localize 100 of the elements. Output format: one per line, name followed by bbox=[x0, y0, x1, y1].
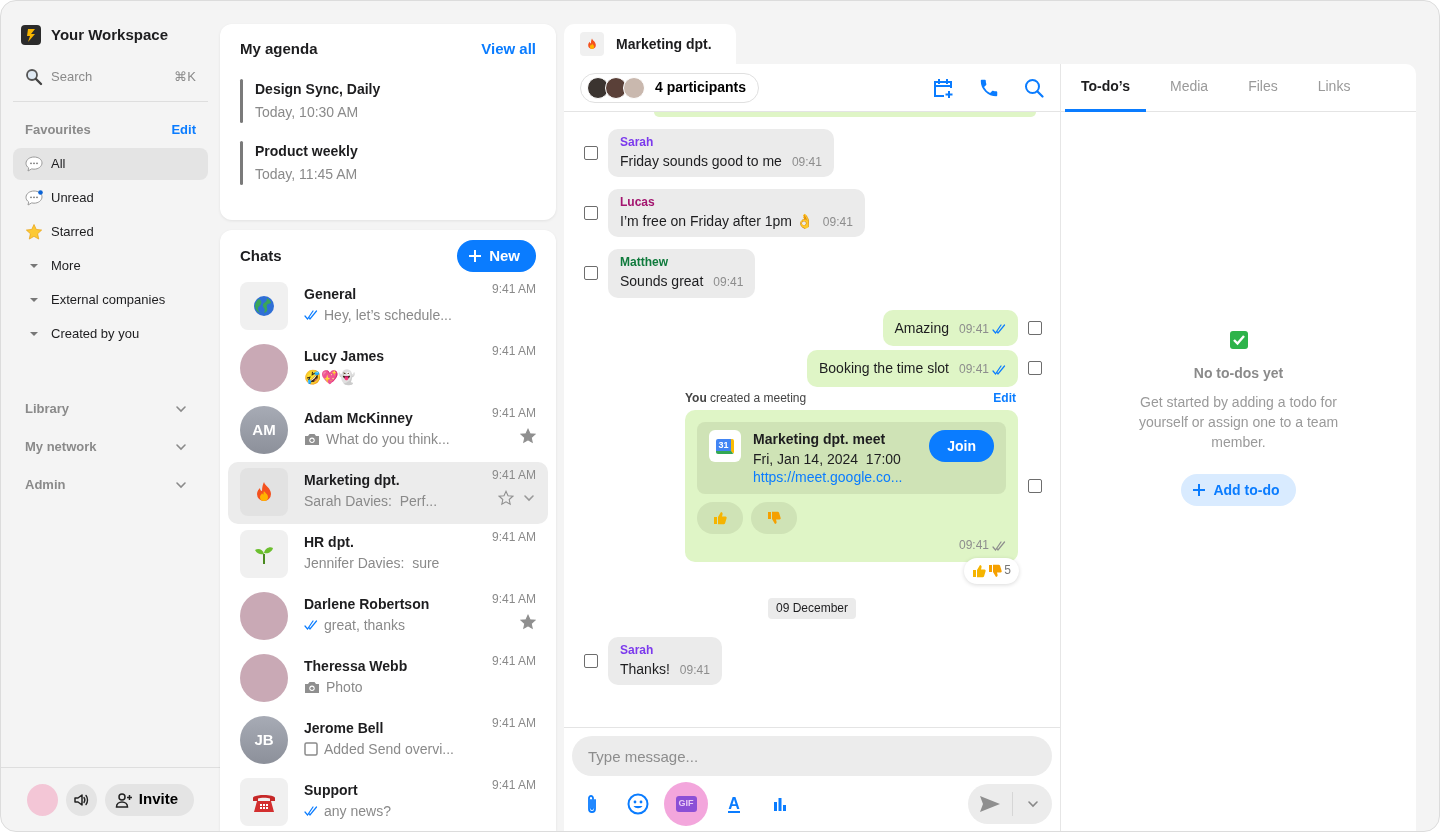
chat-list-item[interactable]: AM Adam McKinney What do you think... 9:41 AM bbox=[228, 400, 548, 462]
sender-name: Sarah bbox=[620, 135, 655, 151]
chat-name: Support bbox=[304, 781, 359, 800]
bolt-logo-icon bbox=[21, 25, 41, 45]
checkbox[interactable] bbox=[1028, 320, 1042, 335]
flame-icon bbox=[255, 481, 273, 503]
send-icon[interactable] bbox=[979, 795, 1001, 813]
bar-chart-icon[interactable] bbox=[772, 796, 788, 812]
checkbox[interactable] bbox=[584, 206, 598, 221]
chat-list-item[interactable]: Support any news? 9:41 AM bbox=[228, 772, 548, 831]
chat-name: Theressa Webb bbox=[304, 657, 409, 676]
card-title: My agenda bbox=[240, 39, 318, 59]
star-icon bbox=[25, 222, 43, 241]
chat-list-item[interactable]: General Hey, let’s schedule... 9:41 AM bbox=[228, 276, 548, 338]
message-text: Thanks! bbox=[620, 659, 670, 678]
message-preview: Photo bbox=[326, 678, 363, 697]
thumbs-down-icon bbox=[767, 510, 781, 525]
calendar-plus-icon[interactable] bbox=[932, 76, 954, 99]
message-text: Friday sounds good to me bbox=[620, 151, 782, 170]
meeting-note: You created a meeting bbox=[685, 390, 807, 407]
checkbox[interactable] bbox=[1028, 478, 1042, 493]
view-all-link[interactable]: View all bbox=[481, 38, 536, 61]
edit-link[interactable]: Edit bbox=[171, 120, 196, 140]
checkbox[interactable] bbox=[1028, 361, 1042, 376]
sidebar-item[interactable]: All bbox=[13, 147, 208, 180]
sidebar-item[interactable]: Created by you bbox=[13, 317, 208, 350]
camera-icon bbox=[304, 432, 320, 447]
chat-list-item[interactable]: Theressa Webb Photo 9:41 AM bbox=[228, 648, 548, 710]
message-preview: What do you think... bbox=[326, 430, 450, 449]
chat-time: 9:41 AM bbox=[491, 778, 536, 794]
sound-button[interactable] bbox=[65, 783, 97, 816]
sender-name: Sarah bbox=[620, 643, 655, 659]
search-icon[interactable] bbox=[1024, 77, 1044, 98]
chat-time: 9:41 AM bbox=[491, 344, 536, 360]
sidebar-item[interactable]: More bbox=[13, 249, 208, 282]
chat-time: 9:41 AM bbox=[491, 468, 536, 484]
empty-description: Get started by adding a todo for yourself or assign one to a team member. bbox=[1137, 393, 1340, 452]
sidebar-item[interactable]: External companies bbox=[13, 283, 208, 316]
chat-name: Adam McKinney bbox=[304, 409, 414, 428]
edit-link[interactable]: Edit bbox=[993, 390, 1016, 407]
message-preview: any news? bbox=[324, 802, 391, 821]
section-title: Favourites bbox=[25, 121, 91, 139]
chat-name: General bbox=[304, 285, 358, 304]
plus-icon bbox=[1193, 484, 1206, 496]
chat-list-item[interactable]: Darlene Robertson great, thanks 9:41 AM bbox=[228, 586, 548, 648]
card-title: Chats bbox=[240, 245, 282, 266]
message-text: Booking the time slot bbox=[819, 359, 949, 378]
thumbs-down-icon bbox=[988, 563, 1003, 578]
checkbox[interactable] bbox=[584, 266, 598, 281]
flame-icon bbox=[587, 38, 597, 50]
reaction-summary[interactable]: 5 bbox=[964, 557, 1019, 584]
tab[interactable]: To-do’s bbox=[1065, 64, 1146, 112]
join-button[interactable]: Join bbox=[929, 430, 994, 463]
calendar-day: 31 bbox=[716, 438, 734, 454]
new-chat-button[interactable]: New bbox=[457, 240, 536, 272]
message-time: 09:41 bbox=[791, 154, 822, 171]
chat-time: 9:41 AM bbox=[491, 406, 536, 422]
thumbs-up-icon bbox=[972, 563, 987, 578]
invite-button[interactable]: Invite bbox=[104, 783, 194, 816]
check-mark-icon bbox=[1229, 331, 1248, 349]
event-marker bbox=[240, 78, 243, 123]
chat-list-item[interactable]: Lucy James 🤣💖👻 9:41 AM bbox=[228, 338, 548, 400]
double-check-icon bbox=[304, 310, 318, 321]
sidebar-item[interactable]: Unread bbox=[13, 181, 208, 214]
sidebar-item[interactable]: Starred bbox=[13, 215, 208, 248]
message-preview: Sarah Davies: Perf... bbox=[304, 492, 438, 511]
message-input[interactable]: Type message... bbox=[572, 736, 1052, 776]
sender-name: Matthew bbox=[620, 255, 669, 271]
message-time: 09:41 bbox=[958, 362, 989, 378]
chat-time: 9:41 AM bbox=[491, 716, 536, 732]
smiley-icon[interactable] bbox=[627, 793, 649, 815]
sender-name: Lucas bbox=[620, 195, 656, 211]
avatar: JB bbox=[240, 716, 288, 764]
paperclip-icon[interactable] bbox=[586, 794, 598, 814]
message-time: 09:41 bbox=[958, 321, 989, 338]
format-tool-button[interactable]: A bbox=[714, 782, 754, 826]
event-marker bbox=[240, 140, 243, 185]
thumbs-up-icon bbox=[713, 510, 727, 525]
checkbox[interactable] bbox=[584, 146, 598, 161]
chat-list-item[interactable]: HR dpt. Jennifer Davies: sure 9:41 AM bbox=[228, 524, 548, 586]
chat-list-item[interactable]: Marketing dpt. Sarah Davies: Perf... 9:41 AM bbox=[228, 462, 548, 524]
message-preview: Added Send overvi... bbox=[324, 740, 454, 759]
chat-name: Darlene Robertson bbox=[304, 595, 431, 614]
message-preview: Hey, let’s schedule... bbox=[324, 306, 452, 325]
event-title: Design Sync, Daily bbox=[255, 79, 381, 99]
avatar-photo-placeholder bbox=[605, 76, 627, 99]
chat-list-item[interactable]: JB Jerome Bell Added Send overvi... 9:41 AM bbox=[228, 710, 548, 772]
message-preview: great, thanks bbox=[324, 616, 405, 635]
message-time: 09:41 bbox=[713, 274, 744, 291]
chat-time: 9:41 AM bbox=[491, 654, 536, 670]
chat-time: 9:41 AM bbox=[491, 592, 536, 608]
participants-button[interactable]: 4 participants bbox=[580, 72, 760, 103]
globe-icon bbox=[253, 295, 275, 317]
event-time: Today, 10:30 AM bbox=[255, 102, 360, 122]
message-text: Amazing bbox=[894, 318, 949, 337]
checkbox[interactable] bbox=[584, 654, 598, 669]
conversation-tab[interactable]: Marketing dpt. bbox=[564, 24, 736, 64]
message-time: 09:41 bbox=[679, 662, 710, 679]
plus-icon bbox=[469, 250, 482, 262]
avatar-photo-placeholder bbox=[623, 76, 645, 99]
